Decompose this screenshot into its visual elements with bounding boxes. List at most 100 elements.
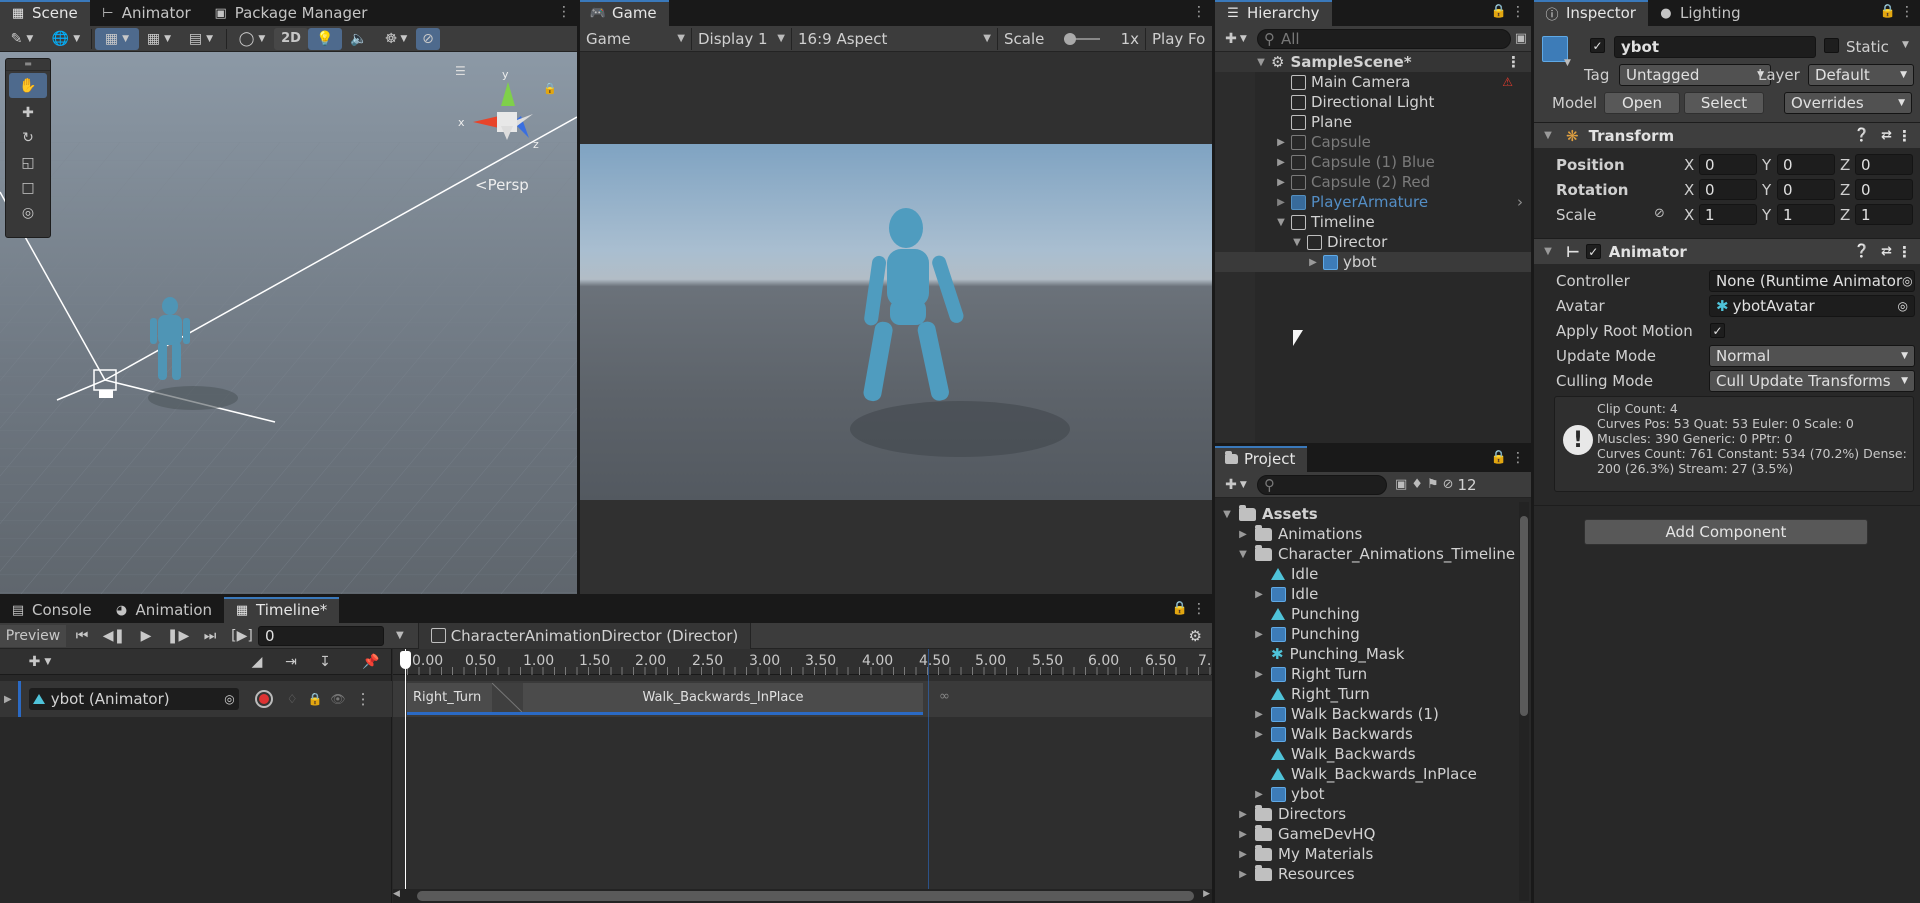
controller-field[interactable]: None (Runtime Animator ◎: [1709, 270, 1915, 292]
object-picker-icon[interactable]: ◎: [1902, 274, 1912, 288]
select-button[interactable]: Select: [1684, 92, 1764, 114]
presets-icon[interactable]: ⇄: [1881, 244, 1892, 259]
tag-dropdown[interactable]: Untagged ▼: [1619, 64, 1771, 86]
timeline-area[interactable]: 0.00 0.50 1.00 1.50 2.00 2.50 3.00 3.50 …: [393, 649, 1212, 903]
rotation-y-field[interactable]: 0: [1777, 179, 1835, 200]
go-to-start-icon[interactable]: ⏮: [66, 625, 98, 647]
lock-track-icon[interactable]: 🔒: [307, 692, 322, 706]
timeline-hscrollbar[interactable]: ◀ ▶: [393, 889, 1212, 903]
hierarchy-item-plane[interactable]: Plane: [1215, 112, 1531, 132]
fold-right-icon[interactable]: ▶: [1253, 669, 1265, 680]
playhead-handle[interactable]: [400, 651, 411, 669]
snap-icon[interactable]: ⇥: [274, 651, 308, 673]
tab-animation[interactable]: ◕ Animation: [104, 597, 224, 623]
fold-right-icon[interactable]: ▶: [1237, 849, 1249, 860]
aspect-dropdown[interactable]: 16:9 Aspect ▼: [792, 27, 998, 50]
go-to-end-icon[interactable]: ⏭: [194, 625, 226, 647]
track-menu-icon[interactable]: ⋮: [356, 690, 371, 708]
tab-animator[interactable]: ⊢ Animator: [90, 0, 203, 26]
search-by-type-icon[interactable]: ▣: [1395, 477, 1407, 492]
timeline-menu-icon[interactable]: ⋮: [1192, 601, 1206, 617]
project-menu-icon[interactable]: ⋮: [1511, 450, 1525, 466]
hierarchy-item-capsule-2-red[interactable]: ▶ Capsule (2) Red: [1215, 172, 1531, 192]
scene-viewport[interactable]: ▬ ✋ ✚ ↻ ◱ □ ◎ y x z 🔒 ☰ <Persp: [0, 52, 577, 594]
timeline-settings-icon[interactable]: ⚙: [1189, 627, 1202, 645]
project-item-resources[interactable]: ▶ Resources: [1215, 864, 1517, 884]
hierarchy-item-main-camera[interactable]: Main Camera ⚠: [1215, 72, 1531, 92]
grid-snap-button[interactable]: ▦ ▼: [95, 27, 139, 50]
position-y-field[interactable]: 0: [1777, 154, 1835, 175]
persp-label[interactable]: <Persp: [475, 176, 529, 194]
play-icon[interactable]: ▶: [130, 625, 162, 647]
tab-lighting[interactable]: ● Lighting: [1648, 0, 1753, 26]
orientation-gizmo[interactable]: y x z 🔒 ☰: [455, 64, 557, 162]
clip-walk-backwards-inplace[interactable]: Walk_Backwards_InPlace: [523, 683, 923, 715]
project-item-assets[interactable]: ▼ Assets: [1215, 504, 1517, 524]
draw-mode-button[interactable]: ✎ ▼: [0, 28, 44, 50]
fold-right-icon[interactable]: ▶: [1237, 529, 1249, 540]
tab-scene[interactable]: ▦ Scene: [0, 0, 90, 26]
fold-right-icon[interactable]: ▶: [1275, 157, 1287, 168]
edit-mode-icon[interactable]: ↧: [308, 651, 342, 673]
search-options-icon[interactable]: ▣: [1515, 31, 1527, 46]
play-focused-dropdown[interactable]: Play Fo: [1146, 28, 1212, 50]
search-by-label-icon[interactable]: ♦: [1411, 477, 1423, 492]
scale-z-field[interactable]: 1: [1855, 204, 1913, 225]
project-item-walk-backwards-clip[interactable]: Walk_Backwards: [1215, 744, 1517, 764]
chevron-down-icon[interactable]: ▼: [396, 630, 404, 641]
project-item-right-turn-model[interactable]: ▶ Right Turn: [1215, 664, 1517, 684]
help-icon[interactable]: ❔: [1854, 244, 1870, 259]
project-item-character-animations-timeline[interactable]: ▼ Character_Animations_Timeline: [1215, 544, 1517, 564]
project-scrollbar-thumb[interactable]: [1520, 516, 1528, 716]
preview-button[interactable]: Preview: [0, 624, 66, 647]
scale-x-field[interactable]: 1: [1699, 204, 1757, 225]
fold-down-icon[interactable]: ▼: [1275, 217, 1287, 228]
fold-right-icon[interactable]: ▶: [1275, 177, 1287, 188]
create-button[interactable]: ✚ ▼: [1219, 28, 1253, 50]
scale-tool-icon[interactable]: ◱: [6, 150, 50, 175]
project-item-ybot-model[interactable]: ▶ ybot: [1215, 784, 1517, 804]
project-item-punching-clip[interactable]: Punching: [1215, 604, 1517, 624]
hierarchy-item-playerarmature[interactable]: ▶ PlayerArmature ›: [1215, 192, 1531, 212]
hierarchy-item-director[interactable]: ▼ Director: [1215, 232, 1531, 252]
tab-inspector[interactable]: ⓘ Inspector: [1534, 0, 1648, 26]
tag-icon[interactable]: ⚑: [1427, 477, 1439, 492]
project-item-idle-clip[interactable]: Idle: [1215, 564, 1517, 584]
hierarchy-item-capsule[interactable]: ▶ Capsule: [1215, 132, 1531, 152]
track-binding-field[interactable]: ybot (Animator) ◎: [28, 688, 239, 710]
fold-down-icon[interactable]: ▼: [1221, 509, 1233, 520]
help-icon[interactable]: ❔: [1854, 128, 1870, 143]
clip-right-turn[interactable]: Right_Turn: [407, 683, 492, 715]
time-ruler[interactable]: 0.00 0.50 1.00 1.50 2.00 2.50 3.00 3.50 …: [393, 649, 1212, 675]
culling-mode-dropdown[interactable]: Cull Update Transforms ▼: [1709, 370, 1915, 392]
scroll-right-icon[interactable]: ▶: [1203, 889, 1210, 899]
visibility-toggle-icon[interactable]: ⊘: [416, 27, 440, 50]
project-item-walk-backwards-1-model[interactable]: ▶ Walk Backwards (1): [1215, 704, 1517, 724]
audio-toggle-icon[interactable]: 🔈: [342, 28, 376, 50]
fold-right-icon[interactable]: ▶: [1253, 729, 1265, 740]
project-item-walk-backwards-inplace-clip[interactable]: Walk_Backwards_InPlace: [1215, 764, 1517, 784]
transform-header[interactable]: ▼ ❋ Transform ❔ ⇄ ⋮: [1534, 122, 1920, 148]
game-menu-icon[interactable]: ⋮: [1192, 4, 1206, 20]
increment-snap-button[interactable]: ▤ ▼: [179, 28, 223, 50]
playhead[interactable]: [405, 649, 406, 903]
project-item-walk-backwards-model[interactable]: ▶ Walk Backwards: [1215, 724, 1517, 744]
game-view-dropdown[interactable]: Game ▼: [580, 27, 692, 50]
tab-project[interactable]: Project: [1215, 446, 1308, 472]
layer-dropdown[interactable]: Default ▼: [1808, 64, 1914, 86]
active-checkbox[interactable]: ✓: [1590, 38, 1605, 53]
scene-menu-icon[interactable]: ⋮: [557, 4, 571, 20]
track-expand-icon[interactable]: ▶: [4, 694, 12, 705]
display-dropdown[interactable]: Display 1 ▼: [692, 27, 792, 50]
avatar-field[interactable]: ✱ ybotAvatar ◎: [1709, 295, 1915, 317]
track-ybot-animator[interactable]: ▶ ybot (Animator) ◎ ♢ 🔒 👁 ⋮: [0, 681, 392, 717]
animator-enabled-checkbox[interactable]: ✓: [1585, 244, 1601, 259]
tab-package-manager[interactable]: ▣ Package Manager: [203, 0, 380, 26]
lock-icon[interactable]: 🔒: [1172, 601, 1188, 616]
grid-visibility-button[interactable]: ▦ ▼: [139, 28, 179, 50]
director-breadcrumb[interactable]: CharacterAnimationDirector (Director): [417, 622, 752, 649]
fold-down-icon[interactable]: ▼: [1291, 237, 1303, 248]
next-frame-icon[interactable]: ❚▶: [162, 625, 194, 647]
project-item-directors[interactable]: ▶ Directors: [1215, 804, 1517, 824]
object-icon-dropdown[interactable]: ▼: [1564, 58, 1571, 68]
